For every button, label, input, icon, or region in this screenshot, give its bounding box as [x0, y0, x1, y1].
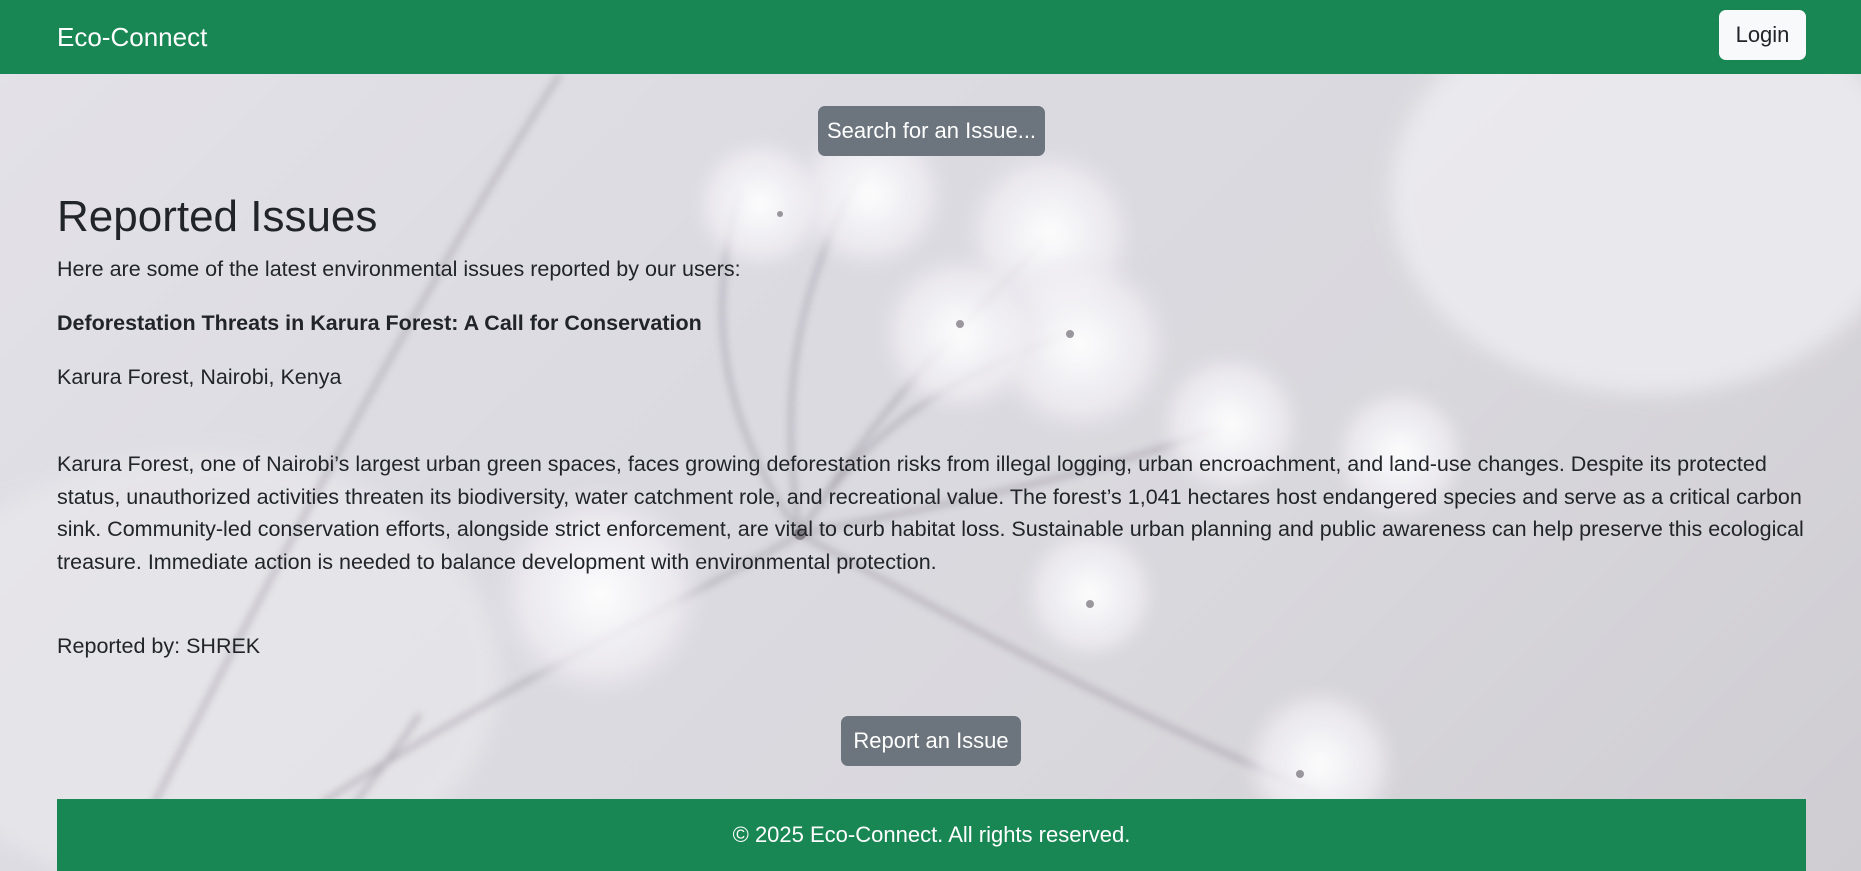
- page-footer: © 2025 Eco-Connect. All rights reserved.: [57, 799, 1806, 871]
- page-title: Reported Issues: [57, 192, 378, 241]
- top-navbar: Eco-Connect Login: [0, 0, 1861, 74]
- issue-description: Karura Forest, one of Nairobi’s largest …: [57, 452, 1804, 574]
- intro-text: Here are some of the latest environmenta…: [57, 257, 741, 281]
- issue-title: Deforestation Threats in Karura Forest: …: [57, 311, 702, 335]
- issue-location: Karura Forest, Nairobi, Kenya: [57, 365, 342, 389]
- footer-copyright: © 2025 Eco-Connect. All rights reserved.: [732, 822, 1131, 847]
- login-button[interactable]: Login: [1719, 10, 1806, 60]
- report-issue-button[interactable]: Report an Issue: [841, 716, 1021, 766]
- issue-reporter: Reported by: SHREK: [57, 634, 261, 658]
- brand-logo-text[interactable]: Eco-Connect: [57, 20, 207, 54]
- search-issue-button[interactable]: Search for an Issue...: [818, 106, 1045, 156]
